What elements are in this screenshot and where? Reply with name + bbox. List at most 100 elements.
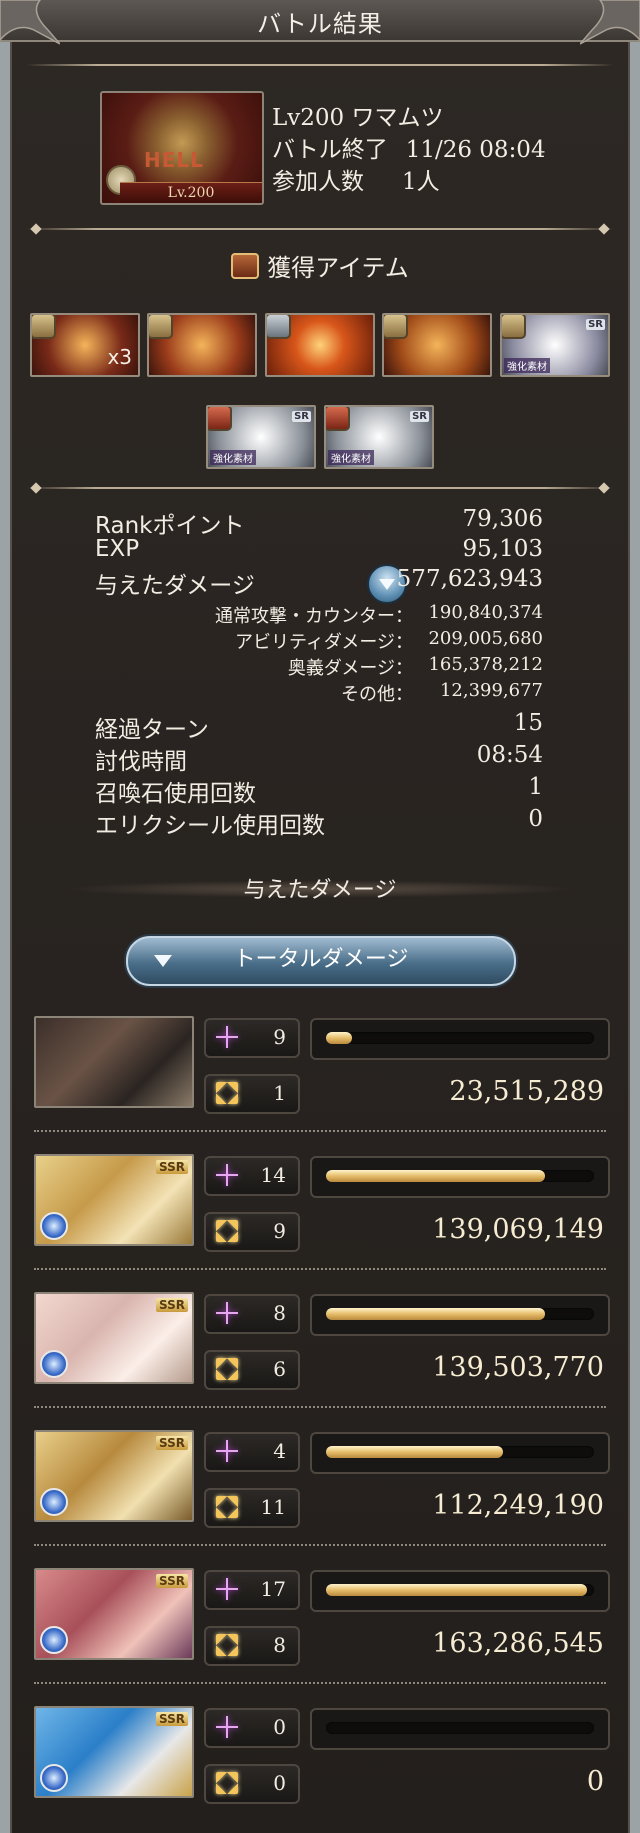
damage-bar-track bbox=[326, 1584, 594, 1596]
stat-time: 討伐時間 08:54 bbox=[95, 742, 543, 775]
exp-label: EXP bbox=[95, 536, 140, 562]
ougi-label: 奥義ダメージ： bbox=[287, 658, 413, 679]
character-row: SSR 8 6 139,503,770 bbox=[34, 1292, 610, 1414]
stat-summon: 召喚石使用回数 1 bbox=[95, 774, 543, 807]
red-book-icon[interactable] bbox=[147, 313, 257, 377]
character-row: SSR 4 11 112,249,190 bbox=[34, 1430, 610, 1552]
damage-value: 577,623,943 bbox=[396, 566, 543, 592]
ougi-value: 165,378,212 bbox=[428, 654, 543, 675]
participants-row: 参加人数 1人 bbox=[272, 166, 546, 198]
ability-count-box: 11 bbox=[204, 1488, 300, 1528]
item-type-icon bbox=[208, 407, 232, 431]
character-material-icon[interactable]: SR 強化素材 bbox=[500, 313, 610, 377]
material-label: 強化素材 bbox=[328, 450, 374, 465]
damage-bar-fill bbox=[326, 1584, 587, 1596]
damage-bar-fill bbox=[326, 1446, 503, 1458]
ougi-count: 9 bbox=[273, 1025, 286, 1049]
ability-count-box: 9 bbox=[204, 1212, 300, 1252]
ability-count: 1 bbox=[273, 1081, 286, 1105]
damage-ratio-bar bbox=[310, 1156, 610, 1198]
ability-value: 209,005,680 bbox=[428, 628, 543, 649]
material-label: 強化素材 bbox=[210, 450, 256, 465]
axe-weapon-icon[interactable]: SR 強化素材 bbox=[206, 405, 316, 469]
ornament-right-icon bbox=[580, 0, 640, 45]
ougi-count-box: 0 bbox=[204, 1708, 300, 1748]
character-portrait[interactable]: SSR bbox=[34, 1706, 194, 1798]
character-total-damage: 0 bbox=[586, 1766, 604, 1797]
water-element-icon bbox=[40, 1626, 68, 1654]
gold-medal-icon[interactable]: x3 bbox=[30, 313, 140, 377]
ability-count: 9 bbox=[273, 1219, 286, 1243]
damage-bar-fill bbox=[326, 1308, 545, 1320]
character-row: SSR 0 0 0 bbox=[34, 1706, 610, 1828]
total-damage-dropdown[interactable]: トータルダメージ bbox=[126, 936, 516, 986]
substat-normal: 通常攻撃・カウンター： 190,840,374 bbox=[95, 602, 543, 628]
rank-value: 79,306 bbox=[462, 506, 543, 532]
ability-count-box: 1 bbox=[204, 1074, 300, 1114]
character-total-damage: 139,503,770 bbox=[432, 1352, 604, 1383]
character-total-damage: 163,286,545 bbox=[432, 1628, 604, 1659]
header-bar: バトル結果 bbox=[0, 0, 640, 45]
damage-ratio-bar bbox=[310, 1294, 610, 1336]
row-divider bbox=[34, 1682, 606, 1684]
sparkle-icon bbox=[216, 1716, 238, 1738]
boss-difficulty: HELL bbox=[144, 148, 204, 172]
summon-value: 1 bbox=[528, 774, 543, 800]
rarity-badge: SSR bbox=[156, 1160, 188, 1174]
battle-end-time: 11/26 08:04 bbox=[405, 137, 546, 163]
damage-bar-fill bbox=[326, 1032, 352, 1044]
sparkle-icon bbox=[216, 1026, 238, 1048]
character-row: 9 1 23,515,289 bbox=[34, 1016, 610, 1138]
item-type-icon bbox=[326, 407, 350, 431]
other-label: その他： bbox=[341, 684, 413, 705]
burst-icon bbox=[216, 1496, 238, 1518]
stat-elixir: エリクシール使用回数 0 bbox=[95, 806, 543, 839]
normal-value: 190,840,374 bbox=[428, 602, 543, 623]
page-title: バトル結果 bbox=[257, 10, 383, 38]
boss-info: Lv200 ワマムツ バトル終了 11/26 08:04 参加人数 1人 bbox=[272, 102, 546, 198]
other-value: 12,399,677 bbox=[439, 680, 543, 701]
character-portrait[interactable]: SSR bbox=[34, 1568, 194, 1660]
item-type-icon bbox=[502, 315, 526, 339]
stat-rank: Rankポイント 79,306 bbox=[95, 506, 543, 539]
character-portrait[interactable]: SSR bbox=[34, 1292, 194, 1384]
ability-count-box: 8 bbox=[204, 1626, 300, 1666]
character-portrait[interactable] bbox=[34, 1016, 194, 1108]
water-element-icon bbox=[40, 1488, 68, 1516]
burst-icon bbox=[216, 1358, 238, 1380]
damage-ratio-bar bbox=[310, 1570, 610, 1612]
summon-label: 召喚石使用回数 bbox=[95, 781, 256, 807]
damage-ratio-bar bbox=[310, 1432, 610, 1474]
ougi-count-box: 17 bbox=[204, 1570, 300, 1610]
spear-weapon-icon[interactable]: SR 強化素材 bbox=[324, 405, 434, 469]
ougi-count-box: 4 bbox=[204, 1432, 300, 1472]
ougi-count: 14 bbox=[260, 1163, 286, 1187]
water-element-icon bbox=[40, 1350, 68, 1378]
ability-count: 0 bbox=[273, 1771, 286, 1795]
water-element-icon bbox=[40, 1764, 68, 1792]
damage-bar-track bbox=[326, 1722, 594, 1734]
elixir-value: 0 bbox=[528, 806, 543, 832]
damage-bar-track bbox=[326, 1308, 594, 1320]
time-value: 08:54 bbox=[476, 742, 543, 768]
substat-other: その他： 12,399,677 bbox=[95, 680, 543, 706]
ougi-count: 8 bbox=[273, 1301, 286, 1325]
damage-ratio-bar bbox=[310, 1018, 610, 1060]
ability-count: 8 bbox=[273, 1633, 286, 1657]
ougi-count: 4 bbox=[273, 1439, 286, 1463]
divider bbox=[26, 223, 614, 235]
exp-value: 95,103 bbox=[462, 536, 543, 562]
ability-count-box: 6 bbox=[204, 1350, 300, 1390]
time-label: 討伐時間 bbox=[95, 749, 187, 775]
rarity-badge: SSR bbox=[156, 1436, 188, 1450]
boss-name: Lv200 ワマムツ bbox=[272, 105, 444, 131]
item-type-icon bbox=[32, 315, 56, 339]
material-label: 強化素材 bbox=[504, 358, 550, 373]
fire-emblem-icon[interactable] bbox=[382, 313, 492, 377]
ougi-count: 17 bbox=[260, 1577, 286, 1601]
fire-orb-icon[interactable] bbox=[265, 313, 375, 377]
character-portrait[interactable]: SSR bbox=[34, 1154, 194, 1246]
character-portrait[interactable]: SSR bbox=[34, 1430, 194, 1522]
rarity-badge: SSR bbox=[156, 1712, 188, 1726]
substat-ability: アビリティダメージ： 209,005,680 bbox=[95, 628, 543, 654]
